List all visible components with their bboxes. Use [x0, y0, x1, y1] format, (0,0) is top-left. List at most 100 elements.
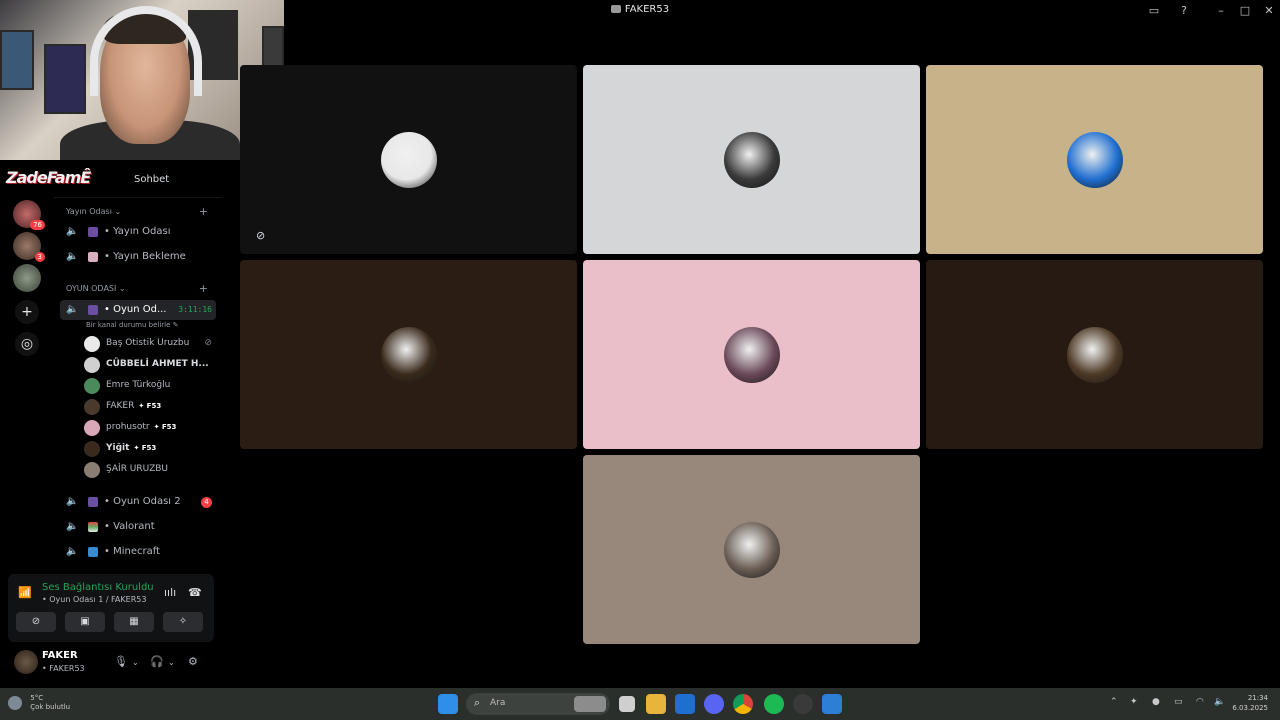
voice-user-name: Emre Türkoğlu — [106, 380, 171, 390]
add-channel-icon[interactable]: + — [199, 205, 208, 218]
channel-oyun-odasi-1[interactable]: 🔈 • Oyun Od... 3:11:16 — [60, 300, 216, 320]
minimize-button[interactable]: – — [1213, 3, 1229, 19]
avatar — [84, 399, 100, 415]
server-icon-2[interactable]: 3 — [13, 232, 45, 262]
voice-user-name: Baş Otistik Uruzbu — [106, 338, 190, 348]
search-placeholder: Ara — [490, 698, 506, 708]
channel-status-note[interactable]: Bir kanal durumu belirle ✎ — [86, 321, 179, 329]
spotify-icon[interactable] — [764, 694, 784, 714]
app-icon[interactable] — [822, 694, 842, 714]
speaker-icon: 🔈 — [66, 496, 79, 507]
channel-badge: 4 — [201, 497, 212, 508]
search-box[interactable]: ⌕ Ara — [466, 693, 610, 715]
add-channel-icon[interactable]: + — [199, 282, 208, 295]
participant-tile[interactable] — [240, 260, 577, 449]
activities-button[interactable]: ▦ — [114, 612, 154, 632]
voice-user[interactable]: Yiğit ✦ F53 — [84, 440, 216, 458]
add-server-button[interactable]: + — [15, 300, 39, 324]
close-button[interactable]: ✕ — [1261, 3, 1277, 19]
server-icon-3[interactable] — [13, 264, 41, 292]
participant-tile[interactable] — [583, 260, 920, 449]
discover-icon[interactable]: ◎ — [15, 332, 39, 356]
avatar[interactable] — [14, 650, 38, 674]
weather-widget[interactable]: 5°C Çok bulutlu — [8, 694, 70, 712]
help-icon[interactable]: ? — [1176, 3, 1192, 19]
signal-icon[interactable]: 📶 — [18, 586, 32, 599]
file-explorer-icon[interactable] — [646, 694, 666, 714]
voice-user[interactable]: ŞAİR URUZBU — [84, 461, 216, 479]
voice-user[interactable]: Baş Otistik Uruzbu ⊘ — [84, 335, 216, 353]
participant-tile[interactable]: ⊘ — [240, 65, 577, 254]
voice-user[interactable]: prohusotr ✦ F53 — [84, 419, 216, 437]
tray-app-icon[interactable]: ● — [1152, 697, 1160, 707]
channel-emoji-icon — [88, 227, 98, 237]
channel-emoji-icon — [88, 547, 98, 557]
channel-label: • Yayın Bekleme — [104, 251, 186, 262]
user-panel: FAKER • FAKER53 🎙 ⌄ 🎧 ⌄ ⚙ — [8, 646, 214, 680]
discord-icon[interactable] — [704, 694, 724, 714]
avatar — [84, 441, 100, 457]
wifi-icon[interactable]: ◠ — [1196, 697, 1204, 707]
maximize-button[interactable]: □ — [1237, 3, 1253, 19]
chevron-down-icon[interactable]: ⌄ — [168, 658, 175, 667]
participant-tile[interactable] — [583, 65, 920, 254]
steam-icon[interactable] — [793, 694, 813, 714]
wall-poster — [0, 30, 34, 90]
category-oyun-odasi[interactable]: OYUN ODASI ⌄ — [66, 284, 126, 293]
noise-suppression-icon[interactable]: ıılı — [164, 586, 176, 599]
server-icon-1[interactable]: 76 — [13, 200, 45, 230]
keyboard-icon[interactable]: ▭ — [1174, 697, 1183, 707]
channel-yayin-odasi[interactable]: 🔈 • Yayın Odası — [60, 222, 216, 242]
server-header[interactable]: ZadeFamÊ Sohbet — [6, 160, 222, 198]
participant-tile[interactable] — [583, 455, 920, 644]
speaker-icon: 🔈 — [66, 304, 79, 315]
user-tag: ✦ F53 — [153, 423, 177, 431]
screen-share-button[interactable]: ▣ — [65, 612, 105, 632]
voice-channel-link[interactable]: • Oyun Odası 1 / FAKER53 — [42, 595, 146, 604]
headphones-icon[interactable]: 🎧 — [150, 655, 164, 668]
participant-tile[interactable] — [926, 65, 1263, 254]
channel-emoji-icon — [88, 305, 98, 315]
clock-date: 6.03.2025 — [1232, 704, 1268, 712]
tray-chevron-icon[interactable]: ⌃ — [1110, 697, 1118, 707]
avatar — [84, 420, 100, 436]
task-view-icon[interactable] — [619, 696, 635, 712]
category-yayin-odasi[interactable]: Yayın Odası ⌄ — [66, 207, 121, 216]
channel-timer: 3:11:16 — [178, 305, 212, 314]
voice-status-title[interactable]: Ses Bağlantısı Kuruldu — [42, 582, 154, 593]
camera-toggle-button[interactable]: ⊘ — [16, 612, 56, 632]
avatar — [723, 326, 780, 383]
channel-minecraft[interactable]: 🔈 • Minecraft — [60, 542, 216, 562]
soundboard-button[interactable]: ✧ — [163, 612, 203, 632]
start-icon[interactable] — [438, 694, 458, 714]
speaker-icon: 🔈 — [66, 546, 79, 557]
avatar — [380, 326, 437, 383]
channel-valorant[interactable]: 🔈 • Valorant — [60, 517, 216, 537]
store-icon[interactable] — [675, 694, 695, 714]
server-header-label: Sohbet — [134, 174, 170, 185]
muted-icon: ⊘ — [256, 229, 266, 242]
user-tag: ✦ F53 — [138, 402, 162, 410]
clock[interactable]: 21:34 6.03.2025 — [1232, 693, 1268, 713]
avatar — [723, 521, 780, 578]
clock-time: 21:34 — [1247, 694, 1268, 702]
voice-user[interactable]: Emre Türkoğlu — [84, 377, 216, 395]
disconnect-icon[interactable]: ☎ — [188, 586, 202, 599]
settings-gear-icon[interactable]: ⚙ — [188, 655, 198, 668]
avatar — [723, 131, 780, 188]
participant-tile[interactable] — [926, 260, 1263, 449]
channel-oyun-odasi-2[interactable]: 🔈 • Oyun Odası 2 4 — [60, 492, 216, 512]
avatar — [1066, 131, 1123, 188]
taskbar: 5°C Çok bulutlu ⌕ Ara ⌃ ✦ ● ▭ ◠ 🔈 21:34 … — [0, 688, 1280, 720]
user-tag: ✦ F53 — [133, 444, 157, 452]
microphone-icon[interactable]: 🎙 — [114, 655, 128, 668]
chrome-icon[interactable] — [733, 694, 753, 714]
chevron-down-icon[interactable]: ⌄ — [132, 658, 139, 667]
channel-yayin-bekleme[interactable]: 🔈 • Yayın Bekleme — [60, 247, 216, 267]
voice-connection-panel: 📶 Ses Bağlantısı Kuruldu • Oyun Odası 1 … — [8, 574, 214, 642]
voice-user[interactable]: CÜBBELİ AHMET H... — [84, 356, 216, 374]
network-icon[interactable]: ✦ — [1130, 697, 1138, 707]
voice-user[interactable]: FAKER ✦ F53 — [84, 398, 216, 416]
inbox-icon[interactable]: ▭ — [1146, 3, 1162, 19]
volume-icon[interactable]: 🔈 — [1214, 697, 1225, 707]
